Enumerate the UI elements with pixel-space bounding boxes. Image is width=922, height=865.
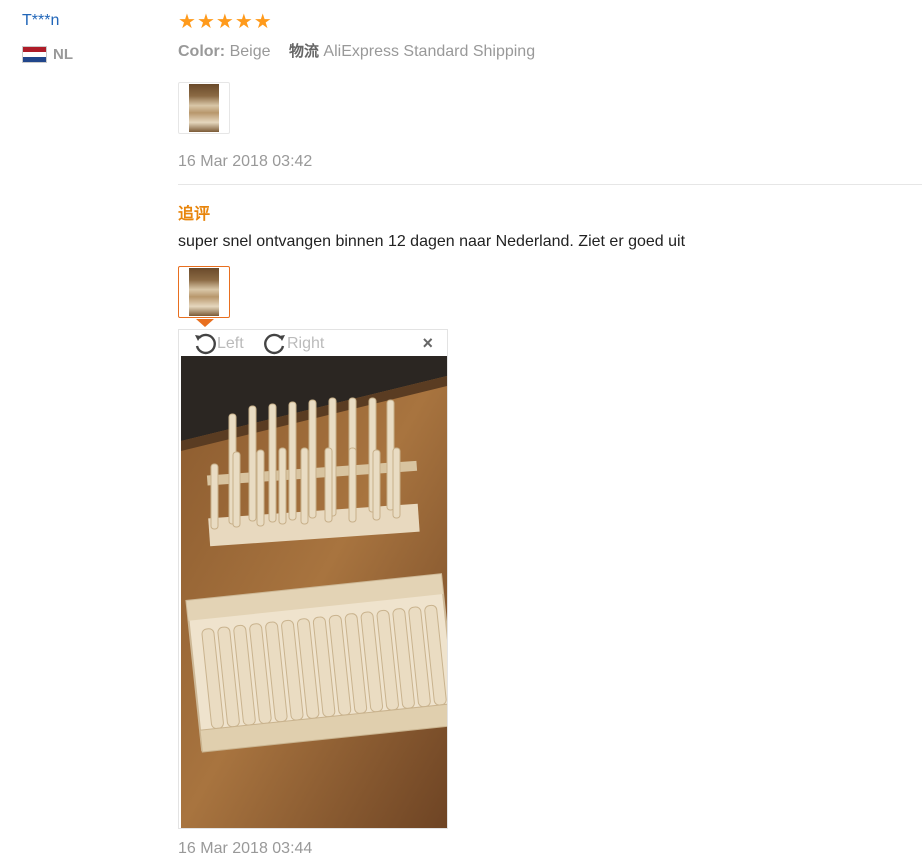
- rotate-right-icon: [264, 333, 285, 355]
- star-icon: ★: [178, 11, 196, 33]
- rotate-left-button[interactable]: Left: [193, 332, 244, 356]
- review-photo-thumbnail[interactable]: [178, 82, 230, 134]
- thumbnail-image: [189, 84, 219, 132]
- followup-date: 16 Mar 2018 03:44: [178, 840, 313, 857]
- followup-photo-thumbnail[interactable]: [178, 266, 230, 318]
- star-icon: ★: [234, 11, 253, 33]
- shipping-label: 物流: [288, 42, 319, 60]
- reviewer-name: T***n: [22, 12, 60, 29]
- plate-rack-photo: [181, 356, 447, 828]
- followup-text: super snel ontvangen binnen 12 dagen naa…: [178, 233, 686, 250]
- rotate-left-icon: [195, 333, 216, 355]
- rotate-right-label: Right: [287, 335, 325, 352]
- color-value: Beige: [229, 43, 271, 60]
- thumbnail-pointer: [196, 319, 214, 327]
- review-meta: Color: Beige 物流 AliExpress Standard Ship…: [178, 40, 535, 61]
- thumbnail-image: [189, 268, 219, 316]
- review-date: 16 Mar 2018 03:42: [178, 153, 313, 170]
- rotate-left-label: Left: [217, 335, 244, 352]
- close-icon[interactable]: ×: [422, 334, 433, 352]
- rotate-right-button[interactable]: Right: [263, 332, 324, 356]
- star-icon: ★: [215, 11, 234, 33]
- rating-stars: ★ ★ ★ ★ ★: [178, 11, 272, 33]
- netherlands-flag-icon: [22, 46, 47, 63]
- reviewer-country: NL: [53, 46, 73, 63]
- divider: [178, 184, 922, 185]
- viewer-toolbar: Left Right ×: [179, 330, 447, 356]
- star-icon: ★: [196, 11, 215, 33]
- shipping-value: AliExpress Standard Shipping: [323, 43, 536, 60]
- review-photo: [181, 356, 447, 828]
- star-icon: ★: [253, 11, 272, 33]
- color-label: Color:: [178, 43, 226, 60]
- followup-label: 追评: [178, 204, 211, 223]
- photo-viewer: Left Right ×: [178, 329, 448, 829]
